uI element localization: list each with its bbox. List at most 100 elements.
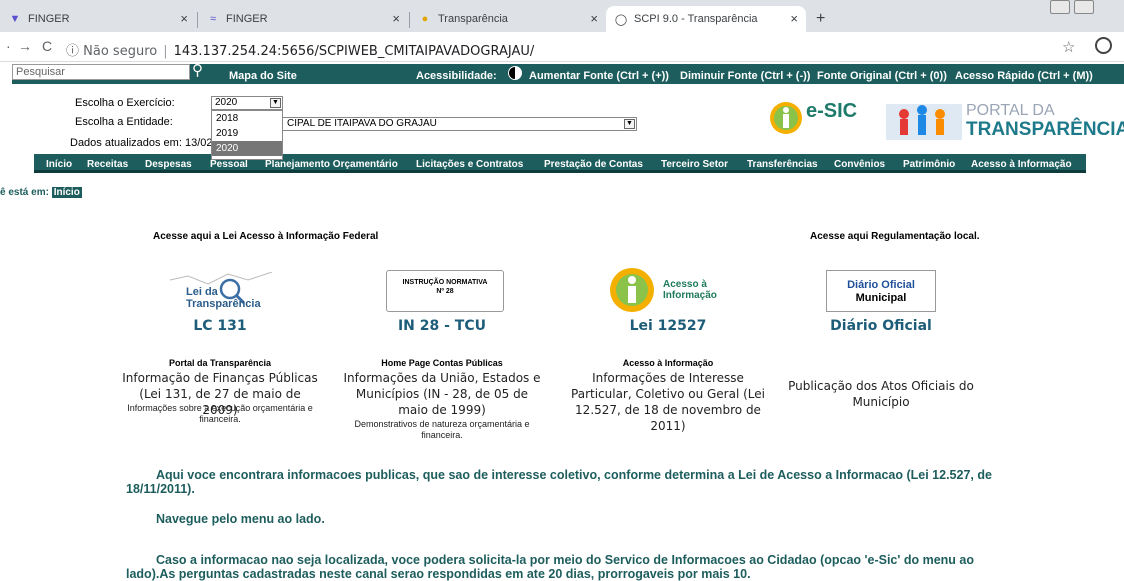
menu-item-prestacao[interactable]: Prestação de Contas [544, 159, 643, 170]
logo-line: Lei da [186, 286, 218, 298]
esic-text: e-SIC [806, 100, 858, 122]
close-tab-icon[interactable]: × [180, 11, 188, 26]
forward-icon[interactable]: → [18, 38, 32, 54]
entity-label: Escolha a Entidade: [75, 116, 173, 128]
chevron-down-icon: ▼ [270, 98, 281, 108]
year-select[interactable]: 2020 ▼ [211, 96, 283, 110]
info-icon[interactable]: ⓘ [66, 44, 79, 59]
browser-tab[interactable]: ▼ FINGER × [0, 6, 196, 32]
chevron-down-icon: ▼ [624, 119, 635, 129]
account-icon[interactable] [1095, 37, 1112, 54]
card-note: Demonstrativos de natureza orçamentária … [354, 419, 530, 440]
bookmark-star-icon[interactable]: ☆ [1062, 38, 1075, 56]
menu-item-pessoal[interactable]: Pessoal [210, 159, 248, 170]
minimize-icon[interactable] [1050, 0, 1070, 14]
menu-item-terceiro-setor[interactable]: Terceiro Setor [661, 159, 728, 170]
people-icon [886, 104, 962, 140]
close-tab-icon[interactable]: × [790, 11, 798, 26]
menu-item-transferencias[interactable]: Transferências [747, 159, 818, 170]
close-tab-icon[interactable]: × [392, 11, 400, 26]
menu-item-convenios[interactable]: Convênios [834, 159, 885, 170]
close-tab-icon[interactable]: × [590, 11, 598, 26]
breadcrumb: ê está em: Início [0, 187, 82, 198]
logo-line: Municipal [855, 292, 907, 304]
year-dropdown-list: 2018 2019 2020 [211, 110, 283, 160]
card-heading: Acesso à Informação [622, 358, 714, 368]
search-input[interactable]: Pesquisar [12, 64, 190, 80]
logo-line: INSTRUÇÃO NORMATIVA [402, 279, 488, 286]
url-field[interactable]: ⓘ Não seguro | 143.137.254.24:5656/SCPIWEB… [66, 40, 534, 59]
card-title[interactable]: IN 28 - TCU [352, 318, 532, 334]
card-description: Informações de Interesse Particular, Col… [571, 371, 765, 433]
menu-item-inicio[interactable]: Início [46, 159, 72, 170]
tab-title: FINGER [226, 13, 268, 25]
local-heading: Acesse aqui Regulamentação local. [810, 231, 980, 242]
portal-line2: TRANSPARÊNCIA [966, 119, 1124, 140]
logo-line: Transparência [186, 298, 261, 310]
transparency-favicon-icon: ● [421, 13, 429, 25]
card-heading: Portal da Transparência [168, 358, 272, 368]
new-tab-icon[interactable]: + [816, 10, 825, 28]
menu-item-receitas[interactable]: Receitas [87, 159, 128, 170]
menu-item-despesas[interactable]: Despesas [145, 159, 192, 170]
logo-line: Nº 28 [436, 288, 454, 295]
card-heading: Home Page Contas Públicas [381, 358, 503, 368]
globe-favicon-icon: ◯ [614, 13, 628, 26]
diario-oficial-logo[interactable]: Diário Oficial Municipal [826, 270, 936, 312]
decrease-font-link[interactable]: Diminuir Fonte (Ctrl + (-)) [680, 70, 810, 82]
tab-title: SCPI 9.0 - Transparência [634, 13, 758, 25]
year-option[interactable]: 2019 [212, 126, 282, 141]
year-select-value: 2020 [215, 97, 238, 108]
card-description: Publicação dos Atos Oficiais do Municípi… [788, 379, 974, 409]
entity-select-value: CIPAL DE ITAIPAVA DO GRAJAU [287, 118, 437, 129]
sitemap-link[interactable]: Mapa do Site [229, 70, 297, 82]
portal-transparencia-logo[interactable]: PORTAL DA TRANSPARÊNCIA [886, 100, 1124, 142]
paragraph-text: Navegue pelo menu ao lado. [156, 512, 325, 526]
original-font-link[interactable]: Fonte Original (Ctrl + (0)) [817, 70, 947, 82]
paragraph-text: Aqui voce encontrara informacoes publica… [126, 468, 992, 496]
info-icon [770, 102, 802, 134]
intro-paragraph: Aqui voce encontrara informacoes publica… [126, 468, 1006, 496]
request-paragraph: Caso a informacao nao seja localizada, v… [126, 553, 1006, 581]
card-title[interactable]: Diário Oficial [791, 318, 971, 334]
acesso-informacao-logo[interactable]: Acesso à Informação [608, 266, 728, 316]
lei-transparencia-logo[interactable]: Lei da Transparência [168, 272, 278, 312]
browser-tab-active[interactable]: ◯ SCPI 9.0 - Transparência × [606, 6, 806, 32]
security-status: Não seguro [83, 44, 158, 59]
menu-item-licitacoes[interactable]: Licitações e Contratos [416, 159, 523, 170]
instrucao-normativa-logo[interactable]: INSTRUÇÃO NORMATIVA Nº 28 [386, 270, 504, 312]
logo-line: Acesso à [663, 279, 707, 290]
year-option-selected[interactable]: 2020 [212, 141, 282, 156]
increase-font-link[interactable]: Aumentar Fonte (Ctrl + (+)) [529, 70, 669, 82]
card-title[interactable]: LC 131 [130, 318, 310, 334]
breadcrumb-current[interactable]: Início [51, 187, 82, 198]
federal-heading: Acesse aqui a Lei Acesso à Informação Fe… [153, 231, 379, 242]
browser-tab[interactable]: ● Transparência × [410, 6, 606, 32]
menu-item-patrimonio[interactable]: Patrimônio [903, 159, 955, 170]
tab-title: FINGER [28, 13, 70, 25]
menu-item-acesso-informacao[interactable]: Acesso à Informação [971, 159, 1072, 170]
search-icon[interactable]: ⚲ [192, 61, 203, 79]
info-icon [610, 268, 654, 312]
logo-line: Informação [663, 290, 717, 301]
contrast-icon[interactable] [508, 66, 522, 80]
portal-line1: PORTAL DA [966, 102, 1055, 119]
card-title[interactable]: Lei 12527 [578, 318, 758, 334]
reload-icon[interactable]: C [42, 38, 52, 54]
finger-favicon-icon: ≈ [209, 13, 217, 25]
paragraph-text: Caso a informacao nao seja localizada, v… [126, 553, 974, 581]
menu-item-planejamento[interactable]: Planejamento Orçamentário [265, 159, 398, 170]
restore-icon[interactable] [1074, 0, 1094, 14]
quick-access-link[interactable]: Acesso Rápido (Ctrl + (M)) [955, 70, 1093, 82]
year-option[interactable]: 2018 [212, 111, 282, 126]
address-bar: · → C ⓘ Não seguro | 143.137.254.24:5656/S… [0, 32, 1124, 62]
esic-logo[interactable]: e-SIC [768, 100, 868, 136]
tab-title: Transparência [438, 13, 508, 25]
card-note: Informações sobre a execução orçamentári… [127, 403, 313, 424]
accessibility-label: Acessibilidade: [416, 70, 497, 82]
year-label: Escolha o Exercício: [75, 97, 175, 109]
card-description: Informações da União, Estados e Municípi… [343, 371, 541, 417]
browser-tab[interactable]: ≈ FINGER × [198, 6, 408, 32]
back-icon[interactable]: · [6, 38, 11, 54]
url-text: 143.137.254.24:5656/SCPIWEB_CMITAIPAVADO… [173, 44, 535, 59]
